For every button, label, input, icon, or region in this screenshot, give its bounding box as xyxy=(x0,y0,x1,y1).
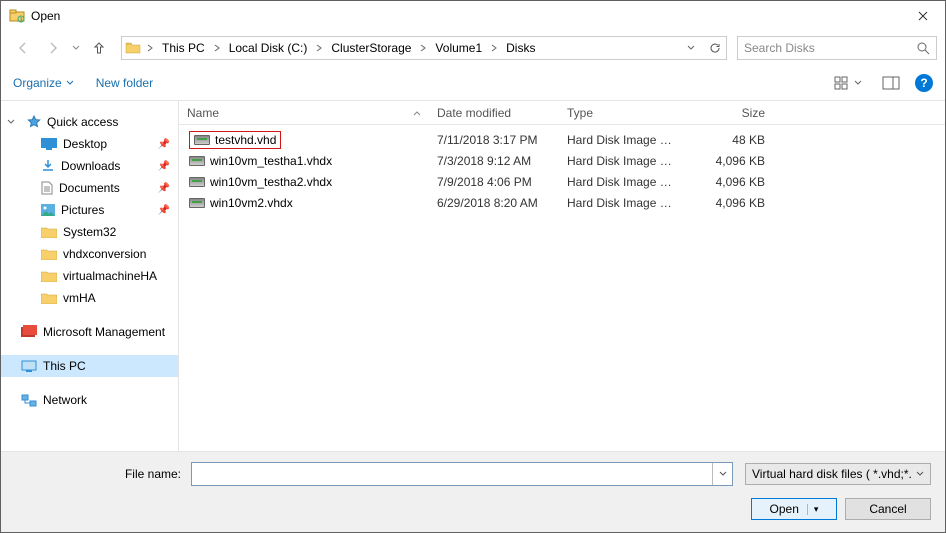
folder-icon xyxy=(41,226,57,238)
chevron-down-icon xyxy=(7,118,17,126)
column-date[interactable]: Date modified xyxy=(429,106,559,120)
nav-network[interactable]: Network xyxy=(1,389,178,411)
pictures-icon xyxy=(41,204,55,216)
nav-vhdxconversion[interactable]: vhdxconversion xyxy=(1,243,178,265)
toolbar: Organize New folder ? xyxy=(1,65,945,101)
network-icon xyxy=(21,394,37,407)
dialog-body: Quick access Desktop📌 Downloads📌 Documen… xyxy=(1,101,945,451)
recent-locations-button[interactable] xyxy=(69,44,83,52)
filename-input-wrapper xyxy=(191,462,733,486)
nav-mmc[interactable]: Microsoft Management xyxy=(1,321,178,343)
pin-icon: 📌 xyxy=(158,183,170,194)
file-row[interactable]: win10vm_testha1.vhdx 7/3/2018 9:12 AM Ha… xyxy=(179,150,945,171)
dialog-footer: File name: Virtual hard disk files ( *.v… xyxy=(1,451,945,532)
nav-this-pc[interactable]: This PC xyxy=(1,355,178,377)
forward-button[interactable] xyxy=(39,35,67,61)
navigation-pane: Quick access Desktop📌 Downloads📌 Documen… xyxy=(1,101,179,451)
search-icon xyxy=(917,42,930,55)
breadcrumb-clusterstorage[interactable]: ClusterStorage xyxy=(325,37,429,59)
column-name[interactable]: Name xyxy=(179,106,429,120)
computer-icon xyxy=(21,360,37,373)
window-title: Open xyxy=(31,9,60,23)
nav-virtualmachineha[interactable]: virtualmachineHA xyxy=(1,265,178,287)
chevron-down-icon xyxy=(66,80,74,86)
breadcrumb-sep[interactable] xyxy=(144,37,156,59)
desktop-icon xyxy=(41,138,57,150)
star-icon xyxy=(27,115,41,129)
pin-icon: 📌 xyxy=(158,161,170,172)
column-headers: Name Date modified Type Size xyxy=(179,101,945,125)
file-row[interactable]: testvhd.vhd 7/11/2018 3:17 PM Hard Disk … xyxy=(179,129,945,150)
pin-icon: 📌 xyxy=(158,205,170,216)
folder-icon xyxy=(41,248,57,260)
up-button[interactable] xyxy=(85,35,113,61)
breadcrumb-disks[interactable]: Disks xyxy=(500,37,541,59)
new-folder-button[interactable]: New folder xyxy=(96,76,153,90)
close-button[interactable] xyxy=(900,1,945,31)
view-options-button[interactable] xyxy=(829,73,867,93)
chevron-down-icon xyxy=(916,471,924,477)
disk-icon xyxy=(194,135,210,145)
documents-icon xyxy=(41,181,53,195)
breadcrumb-volume1[interactable]: Volume1 xyxy=(429,37,500,59)
disk-icon xyxy=(189,198,205,208)
nav-desktop[interactable]: Desktop📌 xyxy=(1,133,178,155)
app-icon xyxy=(9,8,25,24)
folder-icon xyxy=(122,40,144,56)
nav-system32[interactable]: System32 xyxy=(1,221,178,243)
disk-icon xyxy=(189,177,205,187)
chevron-right-icon xyxy=(313,44,325,52)
file-list: testvhd.vhd 7/11/2018 3:17 PM Hard Disk … xyxy=(179,125,945,451)
file-row[interactable]: win10vm2.vhdx 6/29/2018 8:20 AM Hard Dis… xyxy=(179,192,945,213)
mmc-icon xyxy=(21,325,37,339)
file-type-filter[interactable]: Virtual hard disk files ( *.vhd;*. xyxy=(745,463,931,485)
chevron-right-icon xyxy=(488,44,500,52)
downloads-icon xyxy=(41,159,55,173)
filename-input[interactable] xyxy=(192,463,712,485)
folder-icon xyxy=(41,270,57,282)
filename-dropdown-button[interactable] xyxy=(712,463,732,485)
nav-pictures[interactable]: Pictures📌 xyxy=(1,199,178,221)
split-chevron-icon: ▾ xyxy=(807,504,819,515)
address-dropdown-button[interactable] xyxy=(678,37,702,59)
chevron-right-icon xyxy=(417,44,429,52)
column-type[interactable]: Type xyxy=(559,106,683,120)
filename-label: File name: xyxy=(15,467,185,481)
nav-bar: This PC Local Disk (C:) ClusterStorage V… xyxy=(1,31,945,65)
search-placeholder: Search Disks xyxy=(744,41,815,55)
open-button[interactable]: Open ▾ xyxy=(751,498,837,520)
file-pane: Name Date modified Type Size testvhd.vhd… xyxy=(179,101,945,451)
refresh-button[interactable] xyxy=(702,37,726,59)
cancel-button[interactable]: Cancel xyxy=(845,498,931,520)
nav-quick-access[interactable]: Quick access xyxy=(1,111,178,133)
highlight-box: testvhd.vhd xyxy=(189,131,281,149)
chevron-down-icon xyxy=(854,80,862,86)
preview-pane-button[interactable] xyxy=(877,73,905,93)
folder-icon xyxy=(41,292,57,304)
titlebar: Open xyxy=(1,1,945,31)
open-dialog-window: Open This PC Local Disk (C:) ClusterStor… xyxy=(0,0,946,533)
nav-downloads[interactable]: Downloads📌 xyxy=(1,155,178,177)
pin-icon: 📌 xyxy=(158,139,170,150)
breadcrumb-local-disk[interactable]: Local Disk (C:) xyxy=(223,37,326,59)
nav-vmha[interactable]: vmHA xyxy=(1,287,178,309)
chevron-right-icon xyxy=(211,44,223,52)
help-button[interactable]: ? xyxy=(915,74,933,92)
file-row[interactable]: win10vm_testha2.vhdx 7/9/2018 4:06 PM Ha… xyxy=(179,171,945,192)
organize-menu[interactable]: Organize xyxy=(13,76,74,90)
back-button[interactable] xyxy=(9,35,37,61)
column-size[interactable]: Size xyxy=(683,106,773,120)
address-bar[interactable]: This PC Local Disk (C:) ClusterStorage V… xyxy=(121,36,727,60)
search-input[interactable]: Search Disks xyxy=(737,36,937,60)
sort-asc-icon xyxy=(413,110,421,116)
nav-documents[interactable]: Documents📌 xyxy=(1,177,178,199)
breadcrumb-this-pc[interactable]: This PC xyxy=(156,37,223,59)
disk-icon xyxy=(189,156,205,166)
